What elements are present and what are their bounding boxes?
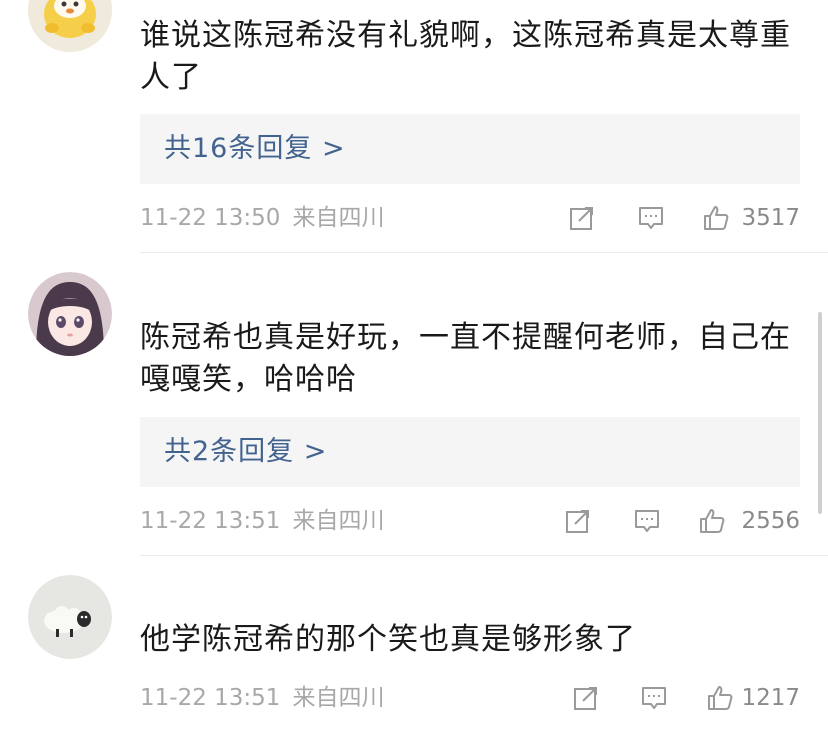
comment-icon[interactable] — [637, 204, 665, 232]
comment-item: 他学陈冠希的那个笑也真是够形象了 11-22 13:51 来自四川 1217 — [0, 556, 828, 735]
comment-time: 11-22 13:51 — [140, 685, 281, 711]
share-icon[interactable] — [564, 507, 592, 535]
reply-count-button[interactable]: 共2条回复 > — [140, 417, 800, 487]
reply-count-button[interactable]: 共16条回复 > — [140, 114, 800, 184]
reply-count-label: 共16条回复 > — [164, 133, 346, 164]
comment-location: 来自四川 — [292, 205, 385, 231]
comment-icon[interactable] — [633, 507, 661, 535]
comment-time: 11-22 13:50 — [140, 205, 281, 231]
comment-text: 陈冠希也真是好玩，一直不提醒何老师，自己在嘎嘎笑，哈哈哈 — [140, 320, 791, 397]
duck-avatar-icon[interactable] — [28, 0, 112, 52]
comment-meta: 11-22 13:51 来自四川 1217 — [140, 678, 800, 718]
comment-icon[interactable] — [640, 684, 668, 712]
comment-text: 谁说这陈冠希没有礼貌啊，这陈冠希真是太尊重人了 — [140, 18, 791, 95]
share-icon[interactable] — [572, 684, 600, 712]
share-icon[interactable] — [568, 204, 596, 232]
comment-meta: 11-22 13:51 来自四川 2556 — [140, 501, 800, 541]
comment-list: 谁说这陈冠希没有礼貌啊，这陈冠希真是太尊重人了 共16条回复 > 11-22 1… — [0, 0, 828, 735]
thumbs-up-icon[interactable] — [706, 684, 734, 712]
comment-location: 来自四川 — [292, 685, 385, 711]
comment-time: 11-22 13:51 — [140, 508, 281, 534]
comment-text: 他学陈冠希的那个笑也真是够形象了 — [140, 622, 636, 657]
thumbs-up-icon[interactable] — [698, 507, 726, 535]
sheep-avatar-icon[interactable] — [28, 575, 112, 659]
like-count: 3517 — [741, 205, 800, 231]
scrollbar[interactable] — [818, 312, 822, 514]
comment-item: 陈冠希也真是好玩，一直不提醒何老师，自己在嘎嘎笑，哈哈哈 共2条回复 > 11-… — [0, 253, 828, 556]
comment-meta: 11-22 13:50 来自四川 3517 — [140, 198, 800, 238]
anime-girl-avatar-icon[interactable] — [28, 272, 112, 356]
reply-count-label: 共2条回复 > — [164, 436, 328, 467]
like-count: 2556 — [741, 508, 800, 534]
comment-location: 来自四川 — [292, 508, 385, 534]
thumbs-up-icon[interactable] — [702, 204, 730, 232]
like-count: 1217 — [741, 685, 800, 711]
comment-item: 谁说这陈冠希没有礼貌啊，这陈冠希真是太尊重人了 共16条回复 > 11-22 1… — [0, 0, 828, 253]
